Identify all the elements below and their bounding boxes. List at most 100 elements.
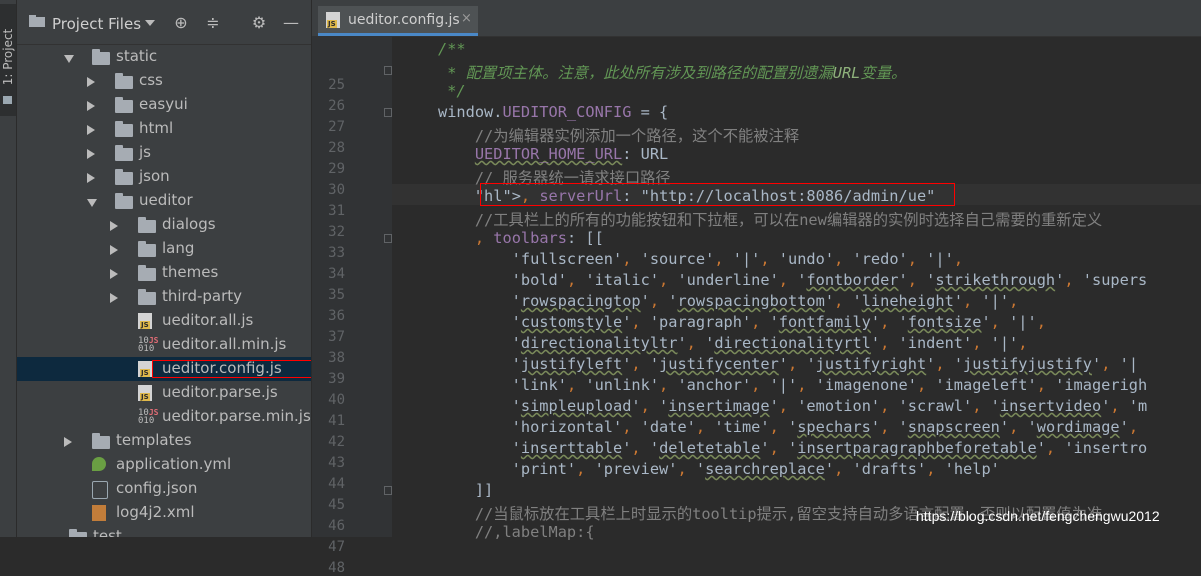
code-line[interactable]: 'simpleupload', 'insertimage', 'emotion'… [438, 397, 1148, 415]
line-number: 43 [328, 455, 345, 471]
gear-icon[interactable]: ⚙ [250, 14, 268, 32]
fold-marker-icon[interactable] [384, 108, 392, 117]
tree-item-json[interactable]: json [17, 165, 311, 189]
code-line[interactable]: * 配置项主体。注意，此处所有涉及到路径的配置别遗漏URL变量。 [438, 61, 906, 83]
line-number: 38 [328, 350, 345, 366]
tree-item-log4j2-xml[interactable]: log4j2.xml [17, 501, 311, 525]
tree-item-label: application.yml [116, 455, 232, 473]
minimize-icon[interactable]: — [282, 14, 300, 32]
chevron-right-icon[interactable] [110, 221, 118, 231]
tree-item-ueditor-config-js[interactable]: ueditor.config.js [17, 357, 311, 381]
tab-ueditor-config[interactable]: ueditor.config.js × [318, 6, 478, 36]
code-line[interactable]: 'customstyle', 'paragraph', 'fontfamily'… [438, 313, 1046, 331]
tree-item-label: log4j2.xml [116, 503, 195, 521]
tree-item-static[interactable]: static [17, 45, 311, 69]
tab-label: ueditor.config.js [348, 12, 460, 28]
chevron-right-icon[interactable] [110, 245, 118, 255]
tree-item-themes[interactable]: themes [17, 261, 311, 285]
code-line[interactable]: 'fullscreen', 'source', '|', 'undo', 're… [438, 250, 963, 268]
code-line[interactable]: /** [438, 40, 466, 58]
tree-item-application-yml[interactable]: application.yml [17, 453, 311, 477]
tree-item-ueditor-all-min-js[interactable]: 10JS 010 ueditor.all.min.js [17, 333, 311, 357]
code-line[interactable]: UEDITOR_HOME_URL: URL [438, 145, 668, 163]
chevron-down-icon[interactable] [64, 55, 74, 63]
folder-icon [92, 433, 110, 449]
folder-icon [115, 73, 133, 89]
code-line[interactable]: */ [438, 82, 465, 100]
locate-icon[interactable]: ⊕ [172, 14, 190, 32]
line-number: 46 [328, 518, 345, 534]
chevron-right-icon[interactable] [110, 293, 118, 303]
tree-item-label: ueditor.all.js [162, 311, 254, 329]
line-number: 34 [328, 266, 345, 282]
chevron-right-icon[interactable] [87, 77, 95, 87]
code-line[interactable]: 'bold', 'italic', 'underline', 'fontbord… [438, 271, 1148, 289]
js-file-icon [138, 313, 152, 329]
tree-item-ueditor[interactable]: ueditor [17, 189, 311, 213]
code-line[interactable]: 'directionalityltr', 'directionalityrtl'… [438, 334, 1028, 352]
fold-marker-icon[interactable] [384, 486, 392, 495]
folder-icon [92, 49, 110, 65]
code-line[interactable]: , toolbars: [[ [438, 229, 604, 247]
code-line[interactable]: 'horizontal', 'date', 'time', 'spechars'… [438, 418, 1147, 436]
tree-item-ueditor-all-js[interactable]: ueditor.all.js [17, 309, 311, 333]
tree-item-ueditor-parse-min-js[interactable]: 10JS 010 ueditor.parse.min.js [17, 405, 311, 429]
chevron-right-icon[interactable] [110, 269, 118, 279]
watermark: https://blog.csdn.net/fengchengwu2012 [916, 508, 1160, 524]
fold-marker-icon[interactable] [384, 66, 392, 75]
line-number-gutter: 25 26 27 28 29 30 31 32 33 34 35 36 37 38 39 40 41 42 43 44… [312, 36, 392, 576]
line-number: 27 [328, 119, 345, 135]
folder-icon [138, 217, 156, 233]
tree-item-label: lang [162, 239, 195, 257]
tree-item-css[interactable]: css [17, 69, 311, 93]
line-number: 26 [328, 98, 345, 114]
folder-icon [115, 193, 133, 209]
selected-file-highlight-box [152, 360, 311, 378]
chevron-down-icon[interactable] [87, 199, 97, 207]
tree-item-easyui[interactable]: easyui [17, 93, 311, 117]
code-line[interactable]: 'justifyleft', 'justifycenter', 'justify… [438, 355, 1138, 373]
collapse-all-icon[interactable]: ≑ [204, 14, 222, 32]
chevron-right-icon[interactable] [87, 125, 95, 135]
code-line[interactable]: 'print', 'preview', 'searchreplace', 'dr… [438, 460, 1000, 478]
tree-item-html[interactable]: html [17, 117, 311, 141]
code-line[interactable]: //工具栏上的所有的功能按钮和下拉框，可以在new编辑器的实例时选择自己需要的重… [438, 208, 1102, 230]
tree-item-dialogs[interactable]: dialogs [17, 213, 311, 237]
code-line[interactable]: //为编辑器实例添加一个路径，这个不能被注释 [438, 124, 799, 146]
chevron-right-icon[interactable] [87, 149, 95, 159]
code-line[interactable]: 'rowspacingtop', 'rowspacingbottom', 'li… [438, 292, 1019, 310]
tree-item-config-json[interactable]: config.json [17, 477, 311, 501]
project-view-title[interactable]: Project Files [52, 15, 141, 33]
tree-item-lang[interactable]: lang [17, 237, 311, 261]
code-line[interactable]: //,labelMap:{ [438, 523, 595, 541]
chevron-down-icon[interactable] [145, 20, 155, 26]
chevron-right-icon[interactable] [64, 437, 72, 447]
tree-item-label: themes [162, 263, 219, 281]
tree-item-templates[interactable]: templates [17, 429, 311, 453]
tree-item-label: easyui [139, 95, 188, 113]
tool-window-strip: 1: Project [0, 0, 17, 537]
close-icon[interactable]: × [461, 11, 472, 26]
line-number: 47 [328, 539, 345, 555]
tree-item-label: ueditor.parse.js [162, 383, 278, 401]
tree-item-label: test [93, 527, 122, 537]
tree-item-label: dialogs [162, 215, 216, 233]
fold-marker-icon[interactable] [384, 234, 392, 243]
chevron-right-icon[interactable] [87, 173, 95, 183]
line-number: 33 [328, 245, 345, 261]
code-line[interactable]: window.UEDITOR_CONFIG = { [438, 103, 668, 121]
tree-item-js[interactable]: js [17, 141, 311, 165]
line-number: 25 [328, 77, 345, 93]
project-tool-tab[interactable]: 1: Project [0, 4, 16, 116]
line-number: 30 [328, 182, 345, 198]
json-file-icon [92, 481, 108, 499]
code-line[interactable]: 'inserttable', 'deletetable', 'insertpar… [438, 439, 1148, 457]
tree-item-test[interactable]: test [17, 525, 311, 537]
line-number: 41 [328, 413, 345, 429]
chevron-right-icon[interactable] [87, 101, 95, 111]
folder-icon [69, 529, 87, 537]
tree-item-ueditor-parse-js[interactable]: ueditor.parse.js [17, 381, 311, 405]
code-line[interactable]: ]] [438, 481, 493, 499]
code-line[interactable]: 'link', 'unlink', 'anchor', '|', 'imagen… [438, 376, 1148, 394]
tree-item-third-party[interactable]: third-party [17, 285, 311, 309]
